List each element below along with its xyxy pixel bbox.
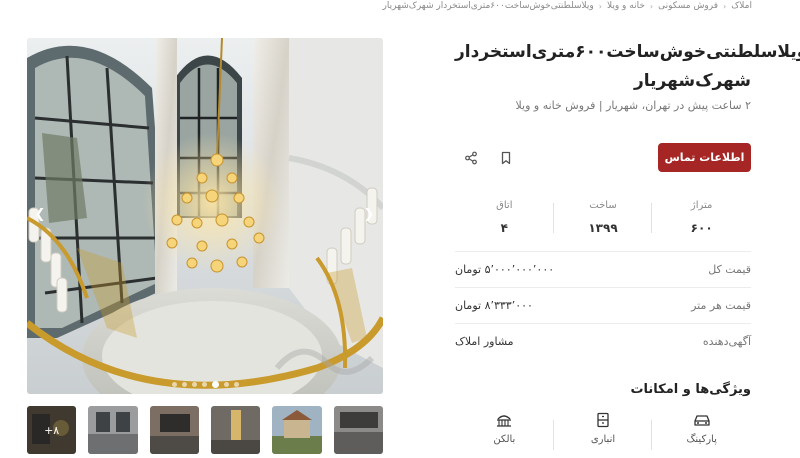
chevron-right-icon[interactable]: ❯ [362, 208, 376, 222]
chevron-left-icon: ‹ [723, 1, 727, 11]
spec-rooms: اتاق ۴ [455, 195, 554, 241]
spec-value: ۶۰۰ [690, 221, 713, 235]
carousel-dots [165, 379, 245, 389]
spec-label: اتاق [496, 200, 513, 211]
carousel-dot[interactable] [201, 381, 207, 387]
detail-row-price-per-meter: قیمت هر متر ۸٬۳۳۳٬۰۰۰ تومان [455, 287, 751, 323]
detail-row-advertiser: آگهی‌دهنده مشاور املاک [455, 323, 751, 359]
thumbnail-image [210, 406, 261, 454]
breadcrumb: املاک ‹ فروش مسکونی ‹ خانه و ویلا ‹ ویلا… [383, 0, 752, 12]
thumbnail-image [272, 406, 322, 454]
carousel-dot[interactable] [181, 381, 187, 387]
thumbnail-image [333, 406, 383, 454]
detail-value: مشاور املاک [455, 335, 514, 348]
bookmark-icon[interactable] [496, 148, 516, 168]
spec-label: ساخت [589, 200, 617, 211]
breadcrumb-item[interactable]: املاک [731, 1, 752, 11]
thumbnail-strip: +۸ [27, 406, 383, 454]
features-heading: ویژگی‌ها و امکانات [630, 382, 751, 397]
listing-title: ویلاسلطنتی‌خوش‌ساخت۶۰۰متری‌استخردار شهرک… [455, 42, 800, 91]
detail-key: قیمت کل [708, 263, 751, 276]
feature-parking: پارکینگ [652, 410, 751, 458]
balcony-icon [497, 415, 512, 427]
detail-value: ۵٬۰۰۰٬۰۰۰٬۰۰۰ تومان [455, 263, 555, 276]
thumbnail[interactable] [210, 406, 261, 454]
thumbnail-more-count: +۸ [27, 406, 77, 454]
thumbnail-more[interactable]: +۸ [27, 406, 77, 454]
breadcrumb-item[interactable]: فروش مسکونی [658, 1, 718, 11]
spec-value: ۴ [500, 221, 508, 235]
breadcrumb-item[interactable]: خانه و ویلا [607, 1, 645, 11]
detail-row-total-price: قیمت کل ۵٬۰۰۰٬۰۰۰٬۰۰۰ تومان [455, 251, 751, 287]
spec-year-built: ساخت ۱۳۹۹ [554, 195, 653, 241]
car-icon [694, 415, 710, 426]
detail-key: آگهی‌دهنده [702, 335, 751, 348]
gallery-main-image[interactable] [27, 38, 383, 394]
share-icon[interactable] [461, 148, 481, 168]
storage-icon [597, 412, 609, 428]
thumbnail[interactable] [272, 406, 322, 454]
villa-interior-photo [27, 38, 383, 394]
specs-summary: متراژ ۶۰۰ ساخت ۱۳۹۹ اتاق ۴ [455, 195, 751, 241]
chevron-left-icon[interactable]: ❮ [33, 208, 47, 222]
chevron-left-icon: ‹ [598, 1, 602, 11]
breadcrumb-current: ویلاسلطنتی‌خوش‌ساخت۶۰۰متری‌استخردار شهرک… [382, 1, 594, 11]
contact-info-button[interactable]: اطلاعات تماس [658, 143, 751, 172]
chevron-left-icon: ‹ [649, 1, 654, 11]
thumbnail[interactable] [88, 406, 138, 454]
spec-area: متراژ ۶۰۰ [652, 195, 751, 241]
listing-subtitle: ۲ ساعت پیش در تهران، شهریار | فروش خانه … [515, 99, 751, 112]
thumbnail[interactable] [333, 406, 383, 454]
feature-label: پارکینگ [686, 434, 717, 445]
feature-label: انباری [590, 434, 616, 445]
thumbnail[interactable] [149, 406, 199, 454]
detail-key: قیمت هر متر [691, 299, 751, 312]
features-list: پارکینگ انباری بالکن [455, 410, 751, 458]
feature-storage: انباری [554, 410, 653, 458]
detail-value: ۸٬۳۳۳٬۰۰۰ تومان [455, 299, 533, 312]
feature-label: بالکن [493, 434, 516, 445]
carousel-dot[interactable] [233, 381, 239, 387]
carousel-dot[interactable] [211, 380, 219, 388]
feature-balcony: بالکن [455, 410, 554, 458]
carousel-dot[interactable] [171, 381, 177, 387]
carousel-dot[interactable] [191, 381, 197, 387]
spec-label: متراژ [690, 200, 713, 211]
thumbnail-image [149, 406, 199, 454]
thumbnail-image [88, 406, 138, 454]
carousel-dot[interactable] [223, 381, 229, 387]
spec-value: ۱۳۹۹ [588, 221, 618, 235]
